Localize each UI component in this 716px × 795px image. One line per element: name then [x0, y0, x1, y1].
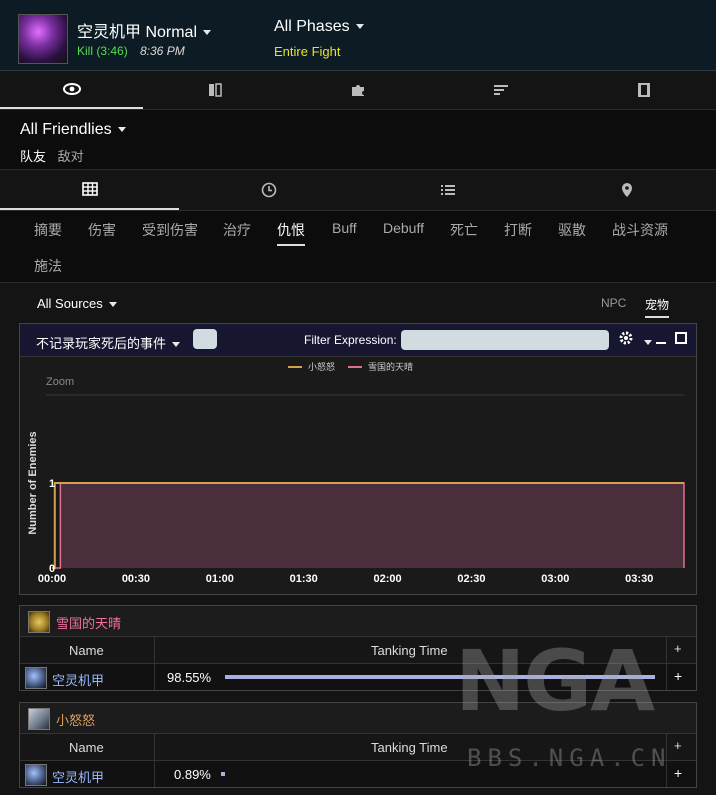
table-icon — [81, 182, 98, 196]
maximize-icon[interactable] — [675, 332, 687, 344]
tab-plugins[interactable] — [286, 71, 429, 109]
col-name[interactable]: Name — [69, 740, 104, 755]
boss-icon — [25, 764, 47, 786]
threat-chart: 小怒怒 雪国的天晴 Zoom Number of Enemies 00:00 00:… — [27, 361, 685, 585]
x-tick-label: 01:30 — [290, 573, 318, 585]
sources-select[interactable]: All Sources — [37, 296, 117, 311]
link-friendly[interactable]: 队友 — [20, 149, 46, 164]
tanking-bar — [221, 772, 657, 776]
puzzle-icon — [352, 85, 364, 96]
tab-resources[interactable]: 战斗资源 — [612, 216, 668, 244]
tank-table-2: 小怒怒 Name Tanking Time + 空灵机甲 0.89% + — [19, 702, 697, 788]
legend-label[interactable]: 小怒怒 — [308, 361, 335, 372]
tab-damage-taken[interactable]: 受到伤害 — [142, 216, 198, 244]
tab-damage-done[interactable]: 伤害 — [88, 216, 116, 244]
boss-icon — [25, 667, 47, 689]
row-percent: 98.55% — [167, 670, 212, 685]
series-area — [52, 483, 684, 568]
death-filter-select[interactable]: 不记录玩家死后的事件 — [36, 333, 180, 352]
expand-plus[interactable]: + — [674, 641, 682, 656]
table-header: Name Tanking Time + — [20, 637, 696, 664]
list-icon — [440, 185, 455, 195]
table-header: Name Tanking Time + — [20, 734, 696, 761]
x-tick-label: 02:00 — [374, 573, 402, 585]
filter-expression-input[interactable] — [401, 330, 609, 350]
x-tick-label: 02:30 — [457, 573, 485, 585]
tab-threat[interactable]: 仇恨 — [277, 216, 305, 246]
x-tick-label: 01:00 — [206, 573, 234, 585]
row-name[interactable]: 空灵机甲 — [52, 767, 104, 786]
class-icon — [28, 708, 50, 730]
tab-npc[interactable]: NPC — [601, 296, 626, 310]
tank-table-1: 雪国的天晴 Name Tanking Time + 空灵机甲 98.55% + — [19, 605, 697, 691]
encounter-select[interactable]: 空灵机甲 Normal — [77, 18, 211, 42]
chart-toolbar: 不记录玩家死后的事件 Filter Expression: — [20, 324, 696, 357]
tab-compare[interactable] — [143, 71, 286, 109]
clock-icon — [261, 182, 276, 198]
class-icon — [28, 611, 50, 633]
tab-casts[interactable]: 施法 — [34, 252, 62, 280]
map-pin-icon — [621, 183, 632, 197]
tab-events[interactable] — [358, 170, 537, 210]
boss-portrait — [18, 14, 68, 64]
zoom-label[interactable]: Zoom — [46, 376, 74, 388]
eye-icon — [62, 83, 81, 95]
tanking-bar — [225, 675, 661, 679]
table-row[interactable]: 空灵机甲 98.55% + — [20, 664, 696, 690]
phase-select[interactable]: All Phases — [274, 18, 364, 36]
threat-chart-panel: 不记录玩家死后的事件 Filter Expression: 小怒怒 雪国的天晴 Z… — [19, 323, 697, 595]
table-row[interactable]: 空灵机甲 0.89% + — [20, 761, 696, 787]
phase-subtitle: Entire Fight — [274, 44, 341, 59]
kill-result: Kill (3:46) — [77, 44, 128, 58]
row-name[interactable]: 空灵机甲 — [52, 670, 104, 689]
tab-tables[interactable] — [0, 170, 179, 210]
friendlies-select[interactable]: All Friendlies — [20, 121, 126, 139]
x-tick-label: 00:30 — [122, 573, 150, 585]
compare-icon — [208, 83, 222, 97]
film-icon — [638, 83, 651, 97]
row-expand-plus[interactable]: + — [674, 765, 682, 781]
link-enemy[interactable]: 敌对 — [58, 149, 84, 164]
report-header: 空灵机甲 Normal Kill (3:46) 8:36 PM All Phas… — [0, 0, 716, 71]
col-tanking-time[interactable]: Tanking Time — [371, 740, 448, 755]
tab-healing[interactable]: 治疗 — [223, 216, 251, 244]
tab-pets[interactable]: 宠物 — [645, 296, 670, 318]
top-tab-bar — [0, 71, 716, 110]
table-title: 小怒怒 — [56, 713, 96, 728]
sort-icon — [494, 85, 509, 95]
y-tick-label: 1 — [49, 478, 55, 490]
table-title-bar: 小怒怒 — [20, 703, 696, 734]
y-axis-label: Number of Enemies — [27, 431, 39, 534]
kill-timestamp: 8:36 PM — [140, 44, 185, 58]
filter-toggle[interactable] — [193, 329, 217, 349]
tab-dispels[interactable]: 驱散 — [558, 216, 586, 244]
minimize-icon[interactable] — [656, 342, 666, 344]
row-expand-plus[interactable]: + — [674, 668, 682, 684]
tab-deaths[interactable]: 死亡 — [450, 216, 478, 244]
x-tick-label: 03:00 — [541, 573, 569, 585]
filter-expression-label: Filter Expression: — [304, 333, 397, 347]
legend-label[interactable]: 雪国的天晴 — [368, 361, 413, 372]
tab-replay[interactable] — [573, 71, 716, 109]
tab-overview[interactable] — [0, 71, 144, 109]
tab-timeline[interactable] — [179, 170, 358, 210]
tab-interrupts[interactable]: 打断 — [504, 216, 532, 244]
tab-map[interactable] — [537, 170, 716, 210]
col-name[interactable]: Name — [69, 643, 104, 658]
expand-plus[interactable]: + — [674, 738, 682, 753]
gear-icon[interactable] — [618, 330, 652, 349]
y-tick-label: 0 — [49, 563, 55, 575]
tab-rankings[interactable] — [430, 71, 573, 109]
tab-summary[interactable]: 摘要 — [34, 216, 62, 244]
table-title: 雪国的天晴 — [56, 616, 122, 631]
row-percent: 0.89% — [174, 767, 211, 782]
table-title-bar: 雪国的天晴 — [20, 606, 696, 637]
sub-tab-bar — [0, 169, 716, 211]
col-tanking-time[interactable]: Tanking Time — [371, 643, 448, 658]
tab-buffs[interactable]: Buff — [332, 216, 357, 240]
faction-links: 队友 敌对 — [20, 146, 92, 165]
tab-debuffs[interactable]: Debuff — [383, 216, 424, 240]
x-tick-label: 03:30 — [625, 573, 653, 585]
